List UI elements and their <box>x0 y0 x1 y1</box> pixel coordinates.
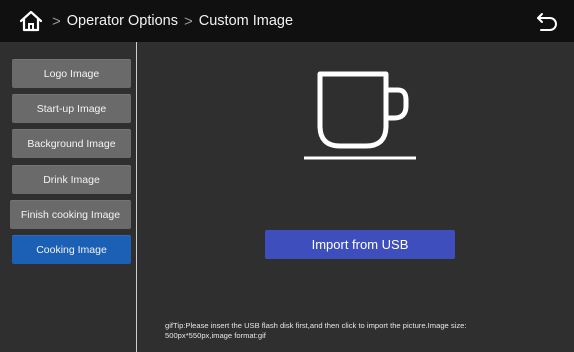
sidebar-item-finish-cooking-image[interactable]: Finish cooking Image <box>10 200 131 229</box>
sidebar-item-background-image[interactable]: Background Image <box>12 129 131 158</box>
sidebar-item-logo-image[interactable]: Logo Image <box>12 59 131 88</box>
chevron-right-icon: > <box>184 12 193 30</box>
tip-line-1: gifTip:Please insert the USB flash disk … <box>165 321 467 330</box>
chevron-right-icon: > <box>52 12 61 30</box>
import-tip-text: gifTip:Please insert the USB flash disk … <box>165 321 565 340</box>
breadcrumb-operator-options[interactable]: Operator Options <box>67 13 178 29</box>
top-bar: > Operator Options > Custom Image <box>0 0 574 42</box>
sidebar-item-startup-image[interactable]: Start-up Image <box>12 94 131 123</box>
sidebar: Logo Image Start-up Image Background Ima… <box>0 42 137 352</box>
coffee-cup-icon <box>304 71 416 160</box>
home-icon <box>19 10 43 32</box>
main-panel: Import from USB gifTip:Please insert the… <box>137 42 574 352</box>
home-button[interactable] <box>16 6 46 36</box>
back-button[interactable] <box>534 8 560 34</box>
sidebar-item-cooking-image[interactable]: Cooking Image <box>12 235 131 264</box>
breadcrumb-custom-image: Custom Image <box>198 13 294 29</box>
tip-line-2: 500px*550px,image format:gif <box>165 330 266 340</box>
sidebar-item-drink-image[interactable]: Drink Image <box>12 165 131 194</box>
import-from-usb-button[interactable]: Import from USB <box>265 230 455 259</box>
back-arrow-icon <box>537 13 557 31</box>
